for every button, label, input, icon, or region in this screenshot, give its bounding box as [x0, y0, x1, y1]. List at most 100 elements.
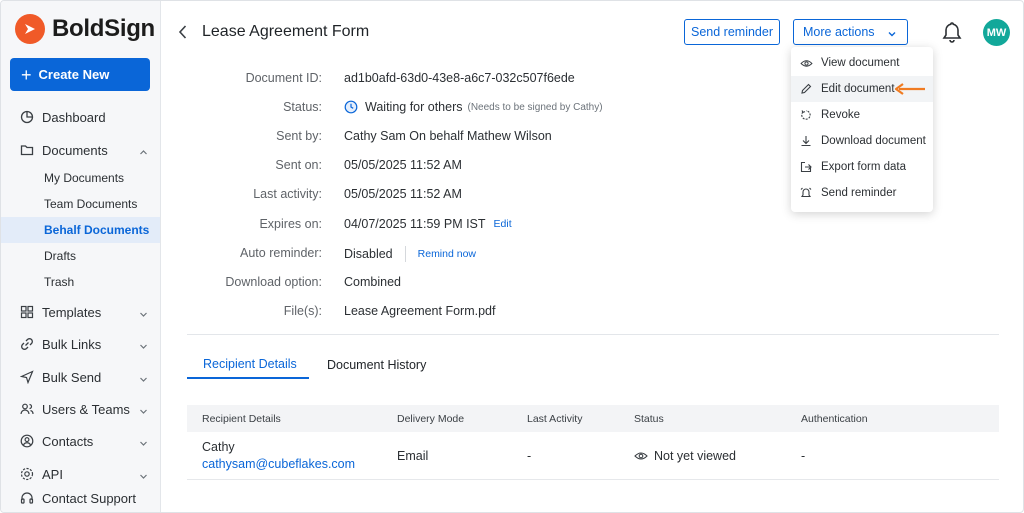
recipient-status-text: Not yet viewed [654, 449, 736, 463]
menu-item-view-document[interactable]: View document [791, 50, 933, 76]
detail-row-auto-reminder: Auto reminder: Disabled Remind now [187, 246, 987, 266]
auto-reminder-text: Disabled [344, 247, 393, 261]
divider [187, 334, 999, 335]
detail-label: Sent on: [275, 158, 322, 172]
sidebar-item-label: Dashboard [42, 109, 106, 125]
eye-icon [799, 56, 813, 70]
send-icon [20, 370, 34, 384]
chevron-up-icon [139, 145, 148, 160]
menu-item-download-document[interactable]: Download document [791, 128, 933, 154]
more-actions-label: More actions [803, 25, 875, 39]
menu-item-export-form-data[interactable]: Export form data [791, 154, 933, 180]
detail-label: Download option: [225, 275, 322, 289]
table-row[interactable]: Cathy cathysam@cubeflakes.com Email - No… [187, 432, 999, 480]
sidebar-item-drafts[interactable]: Drafts [1, 243, 160, 269]
sidebar-item-templates[interactable]: Templates [1, 299, 160, 325]
download-icon [799, 134, 813, 148]
chevron-down-icon [139, 339, 148, 354]
page-title: Lease Agreement Form [202, 23, 370, 40]
sidebar-item-label: Contacts [42, 433, 94, 449]
chevron-down-icon [139, 307, 148, 322]
detail-value: ad1b0afd-63d0-43e8-a6c7-032c507f6ede [344, 71, 575, 85]
more-actions-button[interactable]: More actions [793, 19, 908, 45]
file-name[interactable]: Lease Agreement Form.pdf [344, 304, 495, 318]
sidebar-item-my-documents[interactable]: My Documents [1, 165, 160, 191]
tab-recipient-details[interactable]: Recipient Details [203, 357, 297, 379]
expires-text: 04/07/2025 11:59 PM IST [344, 217, 486, 231]
alarm-icon [799, 186, 813, 200]
status-note: (Needs to be signed by Cathy) [467, 101, 603, 113]
detail-label: Document ID: [245, 71, 322, 85]
clock-icon [344, 100, 358, 114]
detail-row-expires-on: Expires on: 04/07/2025 11:59 PM IST Edit [187, 217, 987, 237]
sidebar-item-trash[interactable]: Trash [1, 269, 160, 295]
recipient-email[interactable]: cathysam@cubeflakes.com [202, 457, 355, 471]
recipient-status: Not yet viewed [634, 449, 736, 463]
sidebar-item-bulk-links[interactable]: Bulk Links [1, 331, 160, 357]
back-chevron-icon[interactable] [177, 24, 189, 45]
sidebar-item-api[interactable]: API [1, 461, 160, 487]
headset-icon [20, 491, 34, 505]
divider [404, 246, 406, 262]
table-header: Recipient Details Delivery Mode Last Act… [187, 405, 999, 432]
pencil-icon [799, 82, 813, 96]
detail-value: 05/05/2025 11:52 AM [344, 187, 462, 201]
menu-item-label: Export form data [821, 161, 907, 173]
tab-document-history[interactable]: Document History [327, 358, 426, 380]
detail-value: Cathy Sam On behalf Mathew Wilson [344, 129, 552, 143]
users-icon [20, 402, 34, 416]
sidebar-item-label: Users & Teams [42, 401, 130, 417]
menu-item-label: Download document [821, 135, 926, 147]
sidebar-item-bulk-send[interactable]: Bulk Send [1, 364, 160, 390]
expires-value: 04/07/2025 11:59 PM IST Edit [344, 217, 512, 231]
column-header: Status [634, 413, 664, 425]
detail-row-download-option: Download option: Combined [187, 275, 987, 295]
boldsign-logo-icon [15, 14, 45, 44]
callout-arrow-icon [894, 82, 926, 101]
notification-bell-icon[interactable] [942, 21, 962, 48]
remind-now-link[interactable]: Remind now [418, 248, 476, 260]
sidebar-item-users-teams[interactable]: Users & Teams [1, 396, 160, 422]
plus-icon: + [21, 64, 32, 85]
brand-name: BoldSign [52, 15, 155, 42]
brand-logo[interactable]: BoldSign [15, 14, 155, 44]
column-header: Last Activity [527, 413, 583, 425]
sidebar-item-contacts[interactable]: Contacts [1, 428, 160, 454]
menu-item-revoke[interactable]: Revoke [791, 102, 933, 128]
more-actions-menu: View document Edit document Revoke Downl… [791, 47, 933, 212]
column-header: Recipient Details [202, 413, 281, 425]
create-new-label: Create New [38, 67, 110, 82]
export-icon [799, 160, 813, 174]
sidebar-item-behalf-documents[interactable]: Behalf Documents [1, 217, 160, 243]
send-reminder-label: Send reminder [691, 25, 773, 39]
recipient-name: Cathy [202, 440, 235, 454]
folder-icon [20, 143, 34, 157]
avatar[interactable]: MW [983, 19, 1010, 46]
dashboard-icon [20, 110, 34, 124]
detail-value: Combined [344, 275, 401, 289]
app-window: BoldSign + Create New Dashboard Document… [0, 0, 1024, 513]
sidebar-item-label: Bulk Links [42, 336, 102, 352]
active-tab-indicator [187, 377, 309, 379]
chevron-down-icon [139, 436, 148, 451]
sidebar-item-documents[interactable]: Documents [1, 137, 160, 163]
menu-item-send-reminder[interactable]: Send reminder [791, 180, 933, 206]
menu-item-label: Edit document [821, 83, 895, 95]
detail-label: Status: [283, 100, 322, 114]
column-header: Delivery Mode [397, 413, 465, 425]
sidebar-item-contact-support[interactable]: Contact Support [1, 485, 160, 511]
delivery-mode: Email [397, 449, 429, 463]
edit-expiry-link[interactable]: Edit [494, 218, 512, 230]
sidebar: BoldSign + Create New Dashboard Document… [1, 1, 161, 512]
create-new-button[interactable]: + Create New [10, 58, 150, 91]
detail-label: File(s): [283, 304, 322, 318]
chevron-down-icon [139, 372, 148, 387]
sidebar-item-label: Contact Support [42, 490, 136, 506]
sidebar-item-dashboard[interactable]: Dashboard [1, 104, 160, 130]
sidebar-item-team-documents[interactable]: Team Documents [1, 191, 160, 217]
sidebar-item-label: API [42, 466, 63, 482]
send-reminder-button[interactable]: Send reminder [684, 19, 780, 45]
status-text: Waiting for others [365, 100, 463, 114]
detail-label: Auto reminder: [240, 246, 322, 260]
column-header: Authentication [801, 413, 868, 425]
